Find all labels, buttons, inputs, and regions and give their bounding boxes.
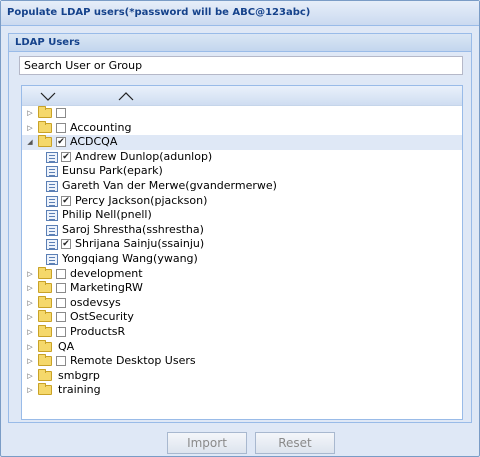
tree-row-label: training [58, 383, 101, 397]
tree-row-label: Yongqiang Wang(ywang) [62, 251, 198, 265]
panel-title: LDAP Users [9, 34, 471, 52]
tree-user-row[interactable]: Gareth Van der Merwe(gvandermerwe) [22, 179, 462, 194]
folder-icon [38, 354, 52, 367]
folder-icon [38, 281, 52, 294]
tree-group-row[interactable]: ▷ osdevsys [22, 295, 462, 311]
tree-row-label: MarketingRW [70, 281, 143, 295]
expand-all-icon[interactable] [40, 90, 56, 102]
tree-row-label: QA [58, 339, 75, 353]
tree-group-row[interactable]: ▷ Remote Desktop Users [22, 354, 462, 369]
expand-arrow-icon[interactable]: ▷ [26, 386, 34, 394]
tree-group-row[interactable]: ▷ MarketingRW [22, 281, 462, 296]
tree-group-row[interactable]: ▷ QA [22, 339, 462, 355]
tree-group-row[interactable]: ▷ smbgrp [22, 368, 462, 384]
collapse-all-icon[interactable] [118, 90, 134, 102]
tree-row-label: OstSecurity [70, 310, 134, 324]
row-checkbox[interactable] [56, 356, 66, 367]
tree-user-row[interactable]: ✔ Shrijana Sainju(ssainju) [22, 237, 462, 252]
reset-button[interactable]: Reset [255, 432, 335, 454]
folder-icon [38, 120, 52, 133]
folder-icon [38, 324, 52, 337]
folder-icon [38, 266, 52, 279]
row-checkbox[interactable]: ✔ [56, 137, 66, 148]
folder-icon [38, 135, 52, 148]
populate-ldap-dialog: Populate LDAP users(*password will be AB… [0, 0, 480, 457]
row-checkbox[interactable]: ✔ [61, 195, 71, 206]
tree-group-row[interactable]: ◢ ✔ ACDCQA [22, 135, 462, 150]
collapse-arrow-icon[interactable]: ◢ [26, 138, 34, 146]
tree-group-row[interactable]: ▷ OstSecurity [22, 310, 462, 325]
tree-row-label: smbgrp [58, 368, 100, 382]
tree-row-label: osdevsys [70, 295, 121, 309]
row-checkbox[interactable]: ✔ [61, 239, 71, 250]
user-icon [46, 253, 58, 265]
tree-user-row[interactable]: Eunsu Park(epark) [22, 164, 462, 179]
tree-row-label: ACDCQA [70, 135, 118, 149]
tree-group-row[interactable]: ▷ development [22, 266, 462, 282]
row-checkbox[interactable] [56, 312, 66, 323]
dialog-title: Populate LDAP users(*password will be AB… [1, 1, 479, 26]
import-button[interactable]: Import [167, 432, 247, 454]
user-icon [46, 224, 58, 236]
tree-user-row[interactable]: Philip Nell(pnell) [22, 208, 462, 223]
expand-arrow-icon[interactable]: ▷ [26, 343, 34, 351]
folder-icon [38, 106, 52, 118]
row-checkbox[interactable] [56, 268, 66, 279]
tree-user-row[interactable]: Saroj Shrestha(sshrestha) [22, 223, 462, 238]
tree-user-row[interactable]: Yongqiang Wang(ywang) [22, 252, 462, 267]
tree-header [22, 86, 462, 106]
row-checkbox[interactable] [56, 108, 66, 118]
folder-icon [38, 368, 52, 381]
tree-row-label: Percy Jackson(pjackson) [75, 193, 208, 207]
folder-icon [38, 295, 52, 308]
expand-arrow-icon[interactable]: ▷ [26, 357, 34, 365]
tree-row-label: Philip Nell(pnell) [62, 208, 152, 222]
expand-arrow-icon[interactable]: ▷ [26, 313, 34, 321]
expand-arrow-icon[interactable]: ▷ [26, 124, 34, 132]
expand-arrow-icon[interactable]: ▷ [26, 372, 34, 380]
user-icon [46, 151, 58, 163]
user-icon [46, 239, 58, 251]
tree-row-label: ProductsR [70, 324, 126, 338]
tree-row-label: development [70, 266, 143, 280]
ldap-tree: ▷ ▷ Accounting ◢ ✔ ACDCQA ✔ Andrew Dunlop(adunl… [21, 85, 463, 420]
expand-arrow-icon[interactable]: ▷ [26, 270, 34, 278]
tree-group-row[interactable]: ▷ Accounting [22, 120, 462, 136]
expand-arrow-icon[interactable]: ▷ [26, 299, 34, 307]
expand-arrow-icon[interactable]: ▷ [26, 284, 34, 292]
tree-row-label: Andrew Dunlop(adunlop) [75, 149, 213, 163]
row-checkbox[interactable] [56, 326, 66, 337]
row-checkbox[interactable] [56, 122, 66, 133]
user-icon [46, 166, 58, 178]
row-checkbox[interactable] [56, 297, 66, 308]
tree-row-label: Eunsu Park(epark) [62, 164, 163, 178]
search-input[interactable] [19, 56, 463, 75]
folder-icon [38, 339, 52, 352]
tree-group-row[interactable]: ▷ [22, 106, 462, 121]
tree-row-label: Shrijana Sainju(ssainju) [75, 237, 205, 251]
tree-row-label: Accounting [70, 120, 132, 134]
tree-row-label: Remote Desktop Users [70, 354, 196, 368]
tree-group-row[interactable]: ▷ ProductsR [22, 324, 462, 340]
folder-icon [38, 383, 52, 396]
tree-rows: ▷ ▷ Accounting ◢ ✔ ACDCQA ✔ Andrew Dunlop(adunl… [22, 106, 462, 398]
row-checkbox[interactable]: ✔ [61, 151, 71, 162]
tree-user-row[interactable]: ✔ Andrew Dunlop(adunlop) [22, 150, 462, 165]
expand-arrow-icon[interactable]: ▷ [26, 328, 34, 336]
tree-user-row[interactable]: ✔ Percy Jackson(pjackson) [22, 194, 462, 209]
ldap-users-panel: LDAP Users ▷ ▷ Accounting ◢ ✔ ACDCQA ✔ Andrew D… [8, 33, 472, 423]
user-icon [46, 195, 58, 207]
tree-row-label: Saroj Shrestha(sshrestha) [62, 222, 204, 236]
tree-row-label: Gareth Van der Merwe(gvandermerwe) [62, 178, 277, 192]
user-icon [46, 180, 58, 192]
folder-icon [38, 310, 52, 323]
user-icon [46, 210, 58, 222]
row-checkbox[interactable] [56, 283, 66, 294]
expand-arrow-icon[interactable]: ▷ [26, 109, 34, 117]
panel-body: ▷ ▷ Accounting ◢ ✔ ACDCQA ✔ Andrew Dunlop(adunl… [9, 52, 471, 422]
tree-group-row[interactable]: ▷ training [22, 383, 462, 398]
